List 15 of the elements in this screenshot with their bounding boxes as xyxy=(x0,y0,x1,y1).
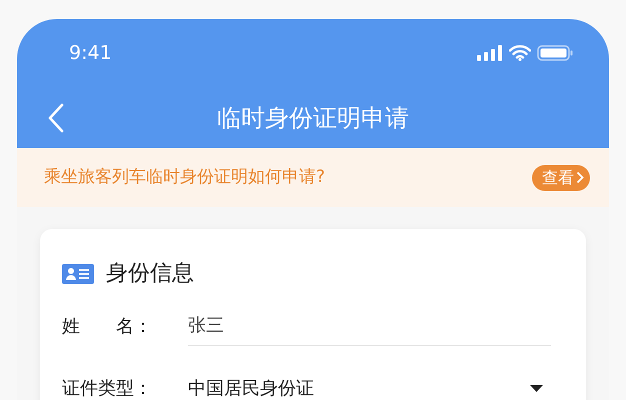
name-input[interactable]: 张三 xyxy=(188,306,551,346)
back-icon[interactable] xyxy=(47,102,65,132)
chevron-right-icon xyxy=(576,171,584,184)
id-card-icon xyxy=(62,264,94,284)
field-label: 证件类型： xyxy=(62,376,153,400)
status-time: 9:41 xyxy=(69,40,112,66)
page-title: 临时身份证明申请 xyxy=(217,102,409,134)
caret-down-icon xyxy=(530,384,543,392)
signal-icon xyxy=(477,45,503,61)
section-title: 身份信息 xyxy=(106,260,194,288)
battery-icon xyxy=(537,45,573,61)
notice-text: 乘坐旅客列车临时身份证明如何申请? xyxy=(44,166,326,189)
wifi-icon xyxy=(509,45,531,61)
field-label: 姓 名： xyxy=(62,314,153,338)
document-type-dropdown[interactable]: 中国居民身份证 xyxy=(188,368,551,400)
